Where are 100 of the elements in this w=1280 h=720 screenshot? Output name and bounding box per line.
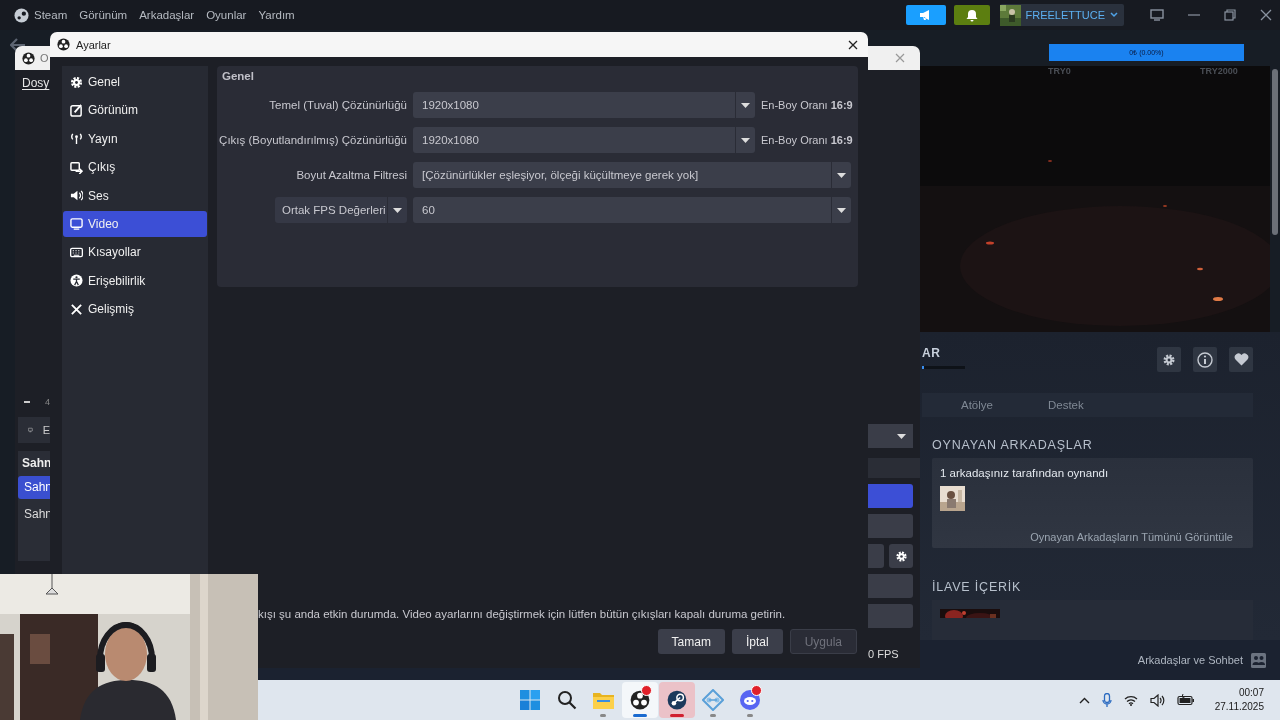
battery-icon[interactable] [1176,694,1195,706]
friends-chat-button[interactable]: Arkadaşlar ve Sohbet [1137,654,1243,666]
caret-icon [741,102,750,108]
fps-type-dropdown[interactable]: Ortak FPS Değerleri [275,197,407,223]
paint-icon [70,103,83,117]
friends-icon[interactable] [1251,652,1266,668]
sidebar-item[interactable]: Yayın [63,125,207,152]
menu-item[interactable]: Steam [34,9,68,21]
sidebar-item[interactable]: Video [63,210,207,237]
accessibility-icon [70,274,83,288]
field-label: Temel (Tuval) Çözünürlüğü [268,99,407,111]
steam-logo-icon [14,7,29,23]
caret-icon [897,433,906,439]
tab[interactable]: Destek [1047,398,1084,411]
search-icon [556,690,577,710]
menu-item[interactable]: Dosy [22,76,50,90]
settings-button[interactable] [1157,347,1181,372]
fps-readout: 0 FPS [868,648,900,660]
steam-logo-icon [666,690,687,710]
clock-time[interactable]: 00:07 [1238,686,1264,700]
view-all-link[interactable]: Oynayan Arkadaşların Tümünü Görüntüle [1030,530,1233,543]
resolution-dropdown[interactable]: 1920x1080 [413,92,755,118]
section-heading: OYNAYAN ARKADAŞLAR [932,437,1094,452]
resolution-dropdown[interactable]: 1920x1080 [413,127,755,153]
aspect-ratio-text: En-Boy Oranı 16:9 [761,134,851,146]
filter-dropdown[interactable]: [Çözünürlükler eşleşiyor, ölçeği küçültmeye gerek yok] [413,162,851,188]
menu-item[interactable]: Görünüm [79,9,128,21]
info-icon [1197,351,1213,368]
section-heading: İLAVE İÇERİK [932,580,1023,594]
speaker-icon[interactable] [1149,693,1165,707]
folder-icon [592,691,614,709]
caret-icon [741,137,750,143]
friends-summary: 1 arkadaşınız tarafından oynandı [940,466,1110,479]
obs-logo-icon [57,38,70,51]
menu-item[interactable]: Arkadaşlar [139,9,195,21]
running-indicator [747,714,754,717]
notification-dot [751,685,763,696]
microphone-icon[interactable] [1101,692,1112,708]
range-min-label: TRY0 [1048,66,1071,76]
dropdown[interactable] [868,424,913,448]
monitor-icon [70,217,83,231]
caret-icon [837,207,846,213]
warning-message: kışı şu anda etkin durumda. Video ayarlarını değiştirmek için lütfen bütün çıkışları kapalı duruma getirin. [257,608,787,620]
gear-icon [1162,352,1176,367]
obs-logo-icon [22,51,35,65]
tools-icon [70,302,83,316]
notification-button[interactable] [953,5,990,25]
antenna-icon [70,132,83,146]
running-indicator [633,714,648,717]
announcement-button[interactable] [905,5,946,25]
source-label: E [42,424,50,436]
wifi-icon[interactable] [1123,694,1138,706]
window-title: Ayarlar [76,38,111,51]
big-picture-icon[interactable] [1150,9,1164,21]
section-heading: AR [922,346,942,360]
menu-item[interactable]: Oyunlar [206,9,247,21]
sidebar-item[interactable]: Gelişmiş [63,296,207,323]
window-title: O [40,52,49,64]
taskbar-app[interactable] [622,682,659,718]
windows-icon [520,690,540,710]
close-icon[interactable] [1260,9,1272,21]
favorite-button[interactable] [1229,347,1253,372]
heart-icon [1233,353,1249,366]
settings-button[interactable] [889,544,913,568]
aspect-ratio-text: En-Boy Oranı 16:9 [761,99,851,111]
running-indicator [669,714,684,717]
sidebar-item[interactable]: Kısayollar [63,239,207,266]
sidebar-item[interactable]: Çıkış [63,154,207,181]
caret-icon [1110,12,1118,18]
menu-item[interactable]: Yardım [258,9,295,21]
caret-icon [837,172,846,178]
close-icon[interactable] [848,39,858,50]
group-title: Genel [221,70,255,82]
info-button[interactable] [1193,347,1217,372]
user-menu-button[interactable]: FREELETTUCE [999,4,1124,26]
sidebar-item[interactable]: Erişebilirlik [63,267,207,294]
panel-heading: Sahn [21,455,50,470]
running-indicator [600,714,607,717]
caret-icon [393,207,402,213]
back-arrow-icon[interactable] [10,38,26,52]
sidebar-item[interactable]: Genel [63,69,207,95]
dialog-button[interactable]: İptal [731,629,783,654]
tab[interactable]: Atölye [961,398,993,411]
field-label: Boyut Azaltma Filtresi [295,169,407,181]
dialog-button[interactable]: Tamam [657,629,725,654]
running-indicator [710,714,717,717]
taskbar-app[interactable] [658,682,695,718]
sidebar-item[interactable]: Görünüm [63,97,207,124]
notification-dot [641,685,653,696]
speaker-icon [70,189,83,203]
sidebar-item[interactable]: Ses [63,182,207,209]
field-label: Çıkış (Boyutlandırılmış) Çözünürlüğü [218,134,407,146]
volume-value: 4 [45,397,50,407]
chevron-up-icon[interactable] [1078,696,1090,704]
range-max-label: TRY2000 [1200,66,1238,76]
maximize-icon[interactable] [1224,9,1236,21]
network-app-icon [702,689,725,711]
scrollbar[interactable] [1272,69,1278,235]
clock-date[interactable]: 27.11.2025 [1214,700,1264,714]
fps-dropdown[interactable]: 60 [413,197,851,223]
